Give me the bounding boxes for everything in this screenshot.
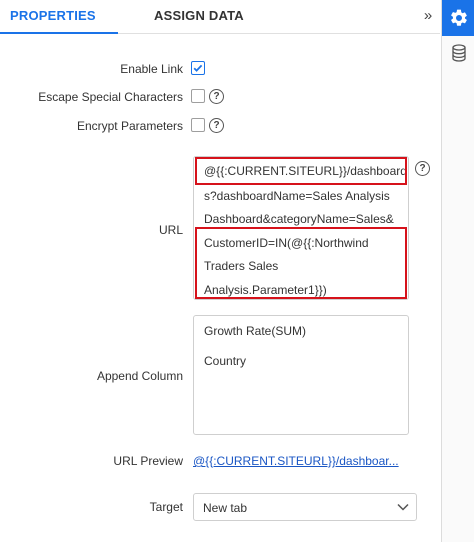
append-column-item[interactable]: Country [204, 354, 246, 368]
right-icon-bar [441, 0, 474, 542]
chevron-down-icon [397, 503, 409, 511]
enable-link-checkbox[interactable] [191, 61, 205, 75]
highlight-box-parameter [195, 227, 407, 299]
url-line: Dashboard&categoryName=Sales& [204, 212, 394, 226]
url-line: s?dashboardName=Sales Analysis [204, 189, 390, 203]
escape-help-icon[interactable]: ? [209, 89, 224, 104]
url-help-icon[interactable]: ? [415, 161, 430, 176]
highlight-box-siteurl [195, 157, 407, 185]
append-column-list[interactable]: Growth Rate(SUM) Country [193, 315, 409, 435]
tab-assign-data-label: ASSIGN DATA [154, 8, 244, 23]
url-preview-label: URL Preview [113, 454, 183, 468]
active-tab-indicator [0, 32, 118, 34]
url-label: URL [158, 223, 183, 237]
database-icon[interactable] [442, 38, 474, 68]
collapse-panel-icon[interactable]: » [418, 4, 438, 28]
checkmark-icon [193, 64, 203, 72]
tab-properties-label: PROPERTIES [10, 8, 96, 23]
url-preview-link[interactable]: @{{:CURRENT.SITEURL}}/dashboar... [193, 454, 399, 468]
encrypt-help-icon[interactable]: ? [209, 118, 224, 133]
target-dropdown[interactable]: New tab [193, 493, 417, 521]
tab-properties[interactable]: PROPERTIES [0, 0, 118, 34]
target-selected-value: New tab [203, 501, 248, 515]
escape-special-characters-label: Escape Special Characters [38, 90, 183, 104]
encrypt-parameters-label: Encrypt Parameters [76, 119, 183, 133]
append-column-item[interactable]: Growth Rate(SUM) [204, 324, 306, 338]
tab-bar: PROPERTIES ASSIGN DATA » [0, 0, 440, 34]
append-column-label: Append Column [96, 369, 183, 383]
escape-special-characters-checkbox[interactable] [191, 89, 205, 103]
gear-icon[interactable] [442, 0, 474, 36]
tab-assign-data[interactable]: ASSIGN DATA [154, 0, 244, 34]
enable-link-label: Enable Link [120, 62, 183, 76]
target-label: Target [149, 500, 183, 514]
encrypt-parameters-checkbox[interactable] [191, 118, 205, 132]
